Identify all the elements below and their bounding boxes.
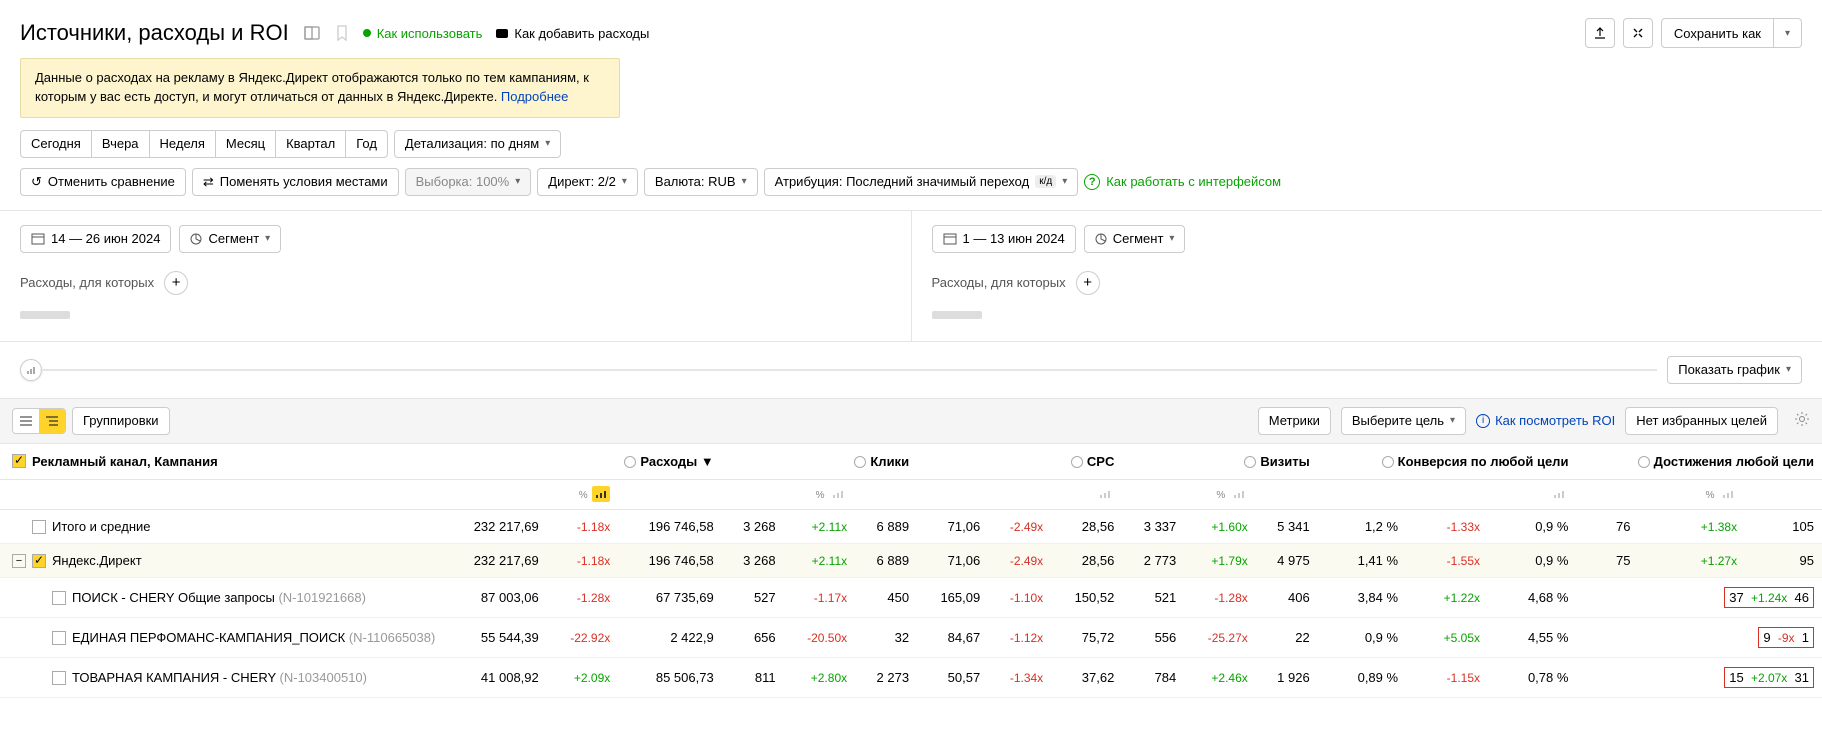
percent-icon[interactable]: %	[1701, 487, 1719, 503]
row-name[interactable]: Яндекс.Директ	[52, 553, 142, 568]
dot-icon	[363, 29, 371, 37]
bar-icon[interactable]	[1096, 486, 1114, 502]
row-checkbox[interactable]	[52, 671, 66, 685]
direct-dropdown[interactable]: Директ: 2/2▾	[537, 168, 638, 196]
column-clicks[interactable]: Клики	[870, 454, 909, 469]
percent-icon[interactable]: %	[811, 487, 829, 503]
period-today[interactable]: Сегодня	[20, 130, 92, 158]
table-row: −Яндекс.Директ 232 217,69-1.18x196 746,5…	[0, 544, 1822, 578]
how-roi-link[interactable]: iКак посмотреть ROI	[1476, 413, 1615, 428]
col-radio[interactable]	[624, 456, 636, 468]
how-add-expenses-link[interactable]: Как добавить расходы	[496, 26, 649, 41]
bookmark-icon[interactable]	[335, 25, 349, 41]
column-expenses[interactable]: Расходы ▼	[640, 454, 713, 469]
expense-label-left: Расходы, для которых	[20, 275, 154, 290]
list-view-button[interactable]	[13, 409, 39, 433]
col-radio[interactable]	[1244, 456, 1256, 468]
row-name[interactable]: Итого и средние	[52, 519, 150, 534]
pie-icon	[190, 233, 202, 245]
col-radio[interactable]	[1382, 456, 1394, 468]
no-fav-goals-button[interactable]: Нет избранных целей	[1625, 407, 1778, 435]
expand-toggle[interactable]: −	[12, 554, 26, 568]
row-checkbox[interactable]	[32, 554, 46, 568]
info-icon: i	[1476, 414, 1490, 428]
row-checkbox[interactable]	[52, 631, 66, 645]
notice-more-link[interactable]: Подробнее	[501, 89, 568, 104]
slider-track[interactable]	[40, 369, 1657, 371]
col-radio[interactable]	[1071, 456, 1083, 468]
table-row: ПОИСК - CHERY Общие запросы (N-101921668…	[0, 578, 1822, 618]
date-range-right[interactable]: 1 — 13 июн 2024	[932, 225, 1076, 253]
fullscreen-icon[interactable]	[303, 24, 321, 42]
period-week[interactable]: Неделя	[149, 130, 216, 158]
segment-right[interactable]: Сегмент▾	[1084, 225, 1186, 253]
column-visits[interactable]: Визиты	[1260, 454, 1309, 469]
sample-dropdown[interactable]: Выборка: 100%▾	[405, 168, 532, 196]
column-ach-any[interactable]: Достижения любой цели	[1654, 454, 1814, 469]
video-icon	[496, 29, 508, 38]
placeholder-left	[20, 311, 70, 319]
segment-left[interactable]: Сегмент▾	[179, 225, 281, 253]
pie-icon	[1095, 233, 1107, 245]
row-name[interactable]: ТОВАРНАЯ КАМПАНИЯ - CHERY (N-103400510)	[72, 670, 367, 685]
column-conv-any[interactable]: Конверсия по любой цели	[1398, 454, 1569, 469]
settings-button[interactable]	[1623, 18, 1653, 48]
table-row: ЕДИНАЯ ПЕРФОМАНС-КАМПАНИЯ_ПОИСК (N-11066…	[0, 618, 1822, 658]
bar-icon[interactable]	[592, 486, 610, 502]
swap-button[interactable]: ⇄Поменять условия местами	[192, 168, 399, 196]
col-radio[interactable]	[854, 456, 866, 468]
bar-icon[interactable]	[1550, 486, 1568, 502]
bar-icon[interactable]	[1719, 486, 1737, 502]
bar-icon[interactable]	[1230, 486, 1248, 502]
row-name[interactable]: ЕДИНАЯ ПЕРФОМАНС-КАМПАНИЯ_ПОИСК (N-11066…	[72, 630, 435, 645]
bar-icon[interactable]	[829, 486, 847, 502]
help-icon[interactable]: ?	[1084, 174, 1100, 190]
table-row: Итого и средние 232 217,69-1.18x196 746,…	[0, 510, 1822, 544]
period-quarter[interactable]: Квартал	[275, 130, 346, 158]
cancel-compare-button[interactable]: ↺Отменить сравнение	[20, 168, 186, 196]
calendar-icon	[943, 233, 957, 245]
header-checkbox[interactable]	[12, 454, 26, 468]
date-range-left[interactable]: 14 — 26 июн 2024	[20, 225, 171, 253]
column-cpc[interactable]: CPC	[1087, 454, 1114, 469]
period-year[interactable]: Год	[345, 130, 388, 158]
detail-dropdown[interactable]: Детализация: по дням▾	[394, 130, 561, 158]
period-month[interactable]: Месяц	[215, 130, 276, 158]
save-as-dropdown[interactable]: ▾	[1774, 18, 1802, 48]
select-goal-dropdown[interactable]: Выберите цель▾	[1341, 407, 1466, 435]
tree-view-button[interactable]	[39, 409, 65, 433]
percent-icon[interactable]: %	[1212, 487, 1230, 503]
table-row: ТОВАРНАЯ КАМПАНИЯ - CHERY (N-103400510) …	[0, 658, 1822, 698]
col-radio[interactable]	[1638, 456, 1650, 468]
add-expense-left[interactable]: +	[164, 271, 188, 295]
row-checkbox[interactable]	[52, 591, 66, 605]
info-notice: Данные о расходах на рекламу в Яндекс.Ди…	[20, 58, 620, 118]
add-expense-right[interactable]: +	[1076, 271, 1100, 295]
calendar-icon	[31, 233, 45, 245]
gear-icon[interactable]	[1794, 411, 1810, 430]
export-button[interactable]	[1585, 18, 1615, 48]
column-dimension[interactable]: Рекламный канал, Кампания	[32, 454, 218, 469]
groupings-button[interactable]: Группировки	[72, 407, 170, 435]
row-name[interactable]: ПОИСК - CHERY Общие запросы (N-101921668…	[72, 590, 366, 605]
interface-help-link[interactable]: Как работать с интерфейсом	[1106, 174, 1281, 189]
row-checkbox[interactable]	[32, 520, 46, 534]
expense-label-right: Расходы, для которых	[932, 275, 1066, 290]
currency-dropdown[interactable]: Валюта: RUB▾	[644, 168, 758, 196]
attribution-dropdown[interactable]: Атрибуция: Последний значимый переходк/д…	[764, 168, 1079, 196]
period-yesterday[interactable]: Вчера	[91, 130, 150, 158]
metrics-button[interactable]: Метрики	[1258, 407, 1331, 435]
placeholder-right	[932, 311, 982, 319]
period-buttons: Сегодня Вчера Неделя Месяц Квартал Год	[20, 130, 388, 158]
save-as-button[interactable]: Сохранить как	[1661, 18, 1774, 48]
show-graph-button[interactable]: Показать график▾	[1667, 356, 1802, 384]
percent-icon[interactable]: %	[574, 487, 592, 503]
view-toggle	[12, 408, 66, 434]
slider-handle[interactable]	[20, 359, 42, 381]
how-to-use-link[interactable]: Как использовать	[363, 26, 483, 41]
page-title: Источники, расходы и ROI	[20, 20, 289, 46]
